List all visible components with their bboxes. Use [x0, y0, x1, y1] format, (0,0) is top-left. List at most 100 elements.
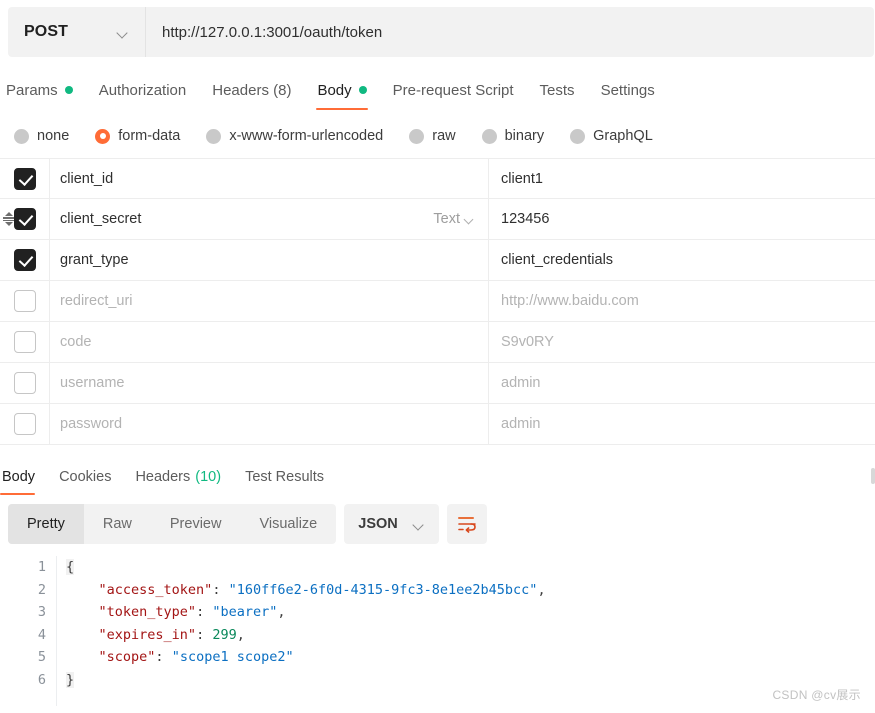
body-type-urlencoded[interactable]: x-www-form-urlencoded	[206, 128, 383, 144]
tab-response-headers-label: Headers	[135, 469, 191, 485]
table-row[interactable]: username admin	[0, 363, 875, 404]
value-cell[interactable]: client1	[489, 159, 875, 198]
table-row[interactable]: code S9v0RY	[0, 322, 875, 363]
value-cell[interactable]: admin	[489, 404, 875, 444]
line-number: 6	[37, 671, 46, 688]
tab-response-body[interactable]: Body	[0, 459, 47, 495]
tab-response-cookies-label: Cookies	[59, 469, 112, 485]
value-cell[interactable]: http://www.baidu.com	[489, 281, 875, 321]
code-token: "160ff6e2-6f0d-4315-9fc3-8e1ee2b45bcc"	[228, 581, 538, 598]
value-text: admin	[501, 416, 541, 432]
key-cell[interactable]: client_id	[50, 159, 489, 198]
checkbox-unchecked-icon[interactable]	[13, 290, 36, 312]
view-mode-preview-label: Preview	[169, 516, 222, 532]
line-number: 5	[37, 649, 46, 665]
code-token: "scope"	[98, 649, 156, 665]
tab-headers[interactable]: Headers (8)	[199, 70, 304, 110]
code-token: ,	[236, 626, 245, 643]
table-row[interactable]: client_id client1	[0, 158, 875, 199]
tab-params[interactable]: Params	[0, 70, 86, 110]
tab-test-results[interactable]: Test Results	[233, 459, 336, 495]
tab-params-label: Params	[6, 81, 58, 99]
code-content: { "access_token": "160ff6e2-6f0d-4315-9f…	[56, 556, 875, 706]
value-cell[interactable]: 123456	[489, 199, 875, 239]
code-token: }	[66, 671, 75, 688]
watermark: CSDN @cv展示	[772, 688, 861, 702]
key-text: redirect_uri	[60, 293, 133, 309]
checkbox-checked-icon[interactable]	[13, 208, 36, 230]
checkbox-checked-icon[interactable]	[13, 167, 36, 190]
value-cell[interactable]: S9v0RY	[489, 322, 875, 362]
key-cell[interactable]: grant_type	[50, 240, 489, 280]
key-cell[interactable]: redirect_uri	[50, 281, 489, 321]
response-tab-bar: Body Cookies Headers (10) Test Results	[0, 459, 875, 495]
wrap-lines-icon	[457, 517, 476, 533]
response-headers-count: (10)	[195, 469, 222, 485]
checkbox-checked-icon[interactable]	[13, 249, 36, 271]
url-input[interactable]: http://127.0.0.1:3001/oauth/token	[146, 7, 874, 57]
http-method-select[interactable]: POST	[8, 7, 146, 57]
value-text: client_credentials	[501, 252, 614, 268]
code-line: "access_token": "160ff6e2-6f0d-4315-9fc3…	[66, 579, 875, 602]
key-text: grant_type	[60, 252, 129, 268]
table-row[interactable]: password admin	[0, 404, 875, 445]
wrap-lines-button[interactable]	[446, 504, 487, 544]
view-mode-visualize-label: Visualize	[259, 516, 318, 532]
code-line: }	[66, 669, 875, 692]
checkbox-unchecked-icon[interactable]	[13, 331, 36, 353]
params-indicator-dot	[64, 86, 73, 94]
chevron-down-icon	[465, 216, 476, 223]
key-cell[interactable]: password	[50, 404, 489, 444]
key-cell[interactable]: code	[50, 322, 489, 362]
key-cell[interactable]: client_secret Text	[50, 199, 489, 239]
code-token: 299	[212, 626, 237, 643]
value-cell[interactable]: client_credentials	[489, 240, 875, 280]
response-format-select[interactable]: JSON	[344, 504, 439, 544]
table-row[interactable]: client_secret Text 123456	[0, 199, 875, 240]
tab-response-headers[interactable]: Headers (10)	[123, 459, 233, 495]
tab-tests-label: Tests	[539, 81, 575, 99]
response-body-code[interactable]: 1 2 3 4 5 6 { "access_token": "160ff6e2-…	[0, 556, 875, 706]
tab-body[interactable]: Body	[304, 70, 379, 110]
body-type-radio-group: none form-data x-www-form-urlencoded raw…	[0, 118, 875, 154]
table-row[interactable]: redirect_uri http://www.baidu.com	[0, 281, 875, 322]
value-type-label: Text	[433, 211, 460, 227]
chevron-down-icon	[118, 29, 129, 36]
line-number: 2	[37, 581, 46, 598]
table-row[interactable]: grant_type client_credentials	[0, 240, 875, 281]
view-mode-preview[interactable]: Preview	[151, 504, 241, 544]
value-text: admin	[501, 375, 541, 391]
tab-pre-request-script[interactable]: Pre-request Script	[380, 70, 527, 110]
code-line: "scope": "scope1 scope2"	[66, 646, 875, 669]
tab-authorization[interactable]: Authorization	[86, 70, 200, 110]
body-type-none[interactable]: none	[14, 128, 69, 144]
value-cell[interactable]: admin	[489, 363, 875, 403]
body-type-form-data[interactable]: form-data	[95, 128, 180, 144]
tab-settings[interactable]: Settings	[588, 70, 668, 110]
tab-response-cookies[interactable]: Cookies	[47, 459, 123, 495]
key-cell[interactable]: username	[50, 363, 489, 403]
tab-headers-label: Headers (8)	[212, 81, 292, 99]
code-token: :	[196, 604, 213, 620]
value-type-select[interactable]: Text	[433, 211, 476, 227]
body-type-graphql-label: GraphQL	[593, 128, 653, 144]
body-type-graphql[interactable]: GraphQL	[570, 128, 653, 144]
row-enable-cell	[0, 322, 50, 362]
body-type-binary[interactable]: binary	[481, 128, 544, 144]
body-type-raw[interactable]: raw	[409, 128, 456, 144]
body-type-none-label: none	[37, 128, 70, 144]
view-mode-visualize[interactable]: Visualize	[240, 504, 336, 544]
view-mode-raw[interactable]: Raw	[84, 504, 151, 544]
line-number: 4	[37, 626, 46, 643]
checkbox-unchecked-icon[interactable]	[13, 372, 36, 394]
body-type-form-data-label: form-data	[118, 128, 181, 144]
tab-authorization-label: Authorization	[98, 81, 187, 99]
value-text: http://www.baidu.com	[501, 293, 639, 309]
response-view-mode-group: Pretty Raw Preview Visualize	[8, 504, 337, 544]
radio-icon-form-data	[95, 128, 111, 144]
row-enable-cell	[0, 159, 50, 198]
tab-tests[interactable]: Tests	[527, 70, 588, 110]
view-mode-pretty[interactable]: Pretty	[8, 504, 84, 544]
checkbox-unchecked-icon[interactable]	[13, 413, 36, 435]
